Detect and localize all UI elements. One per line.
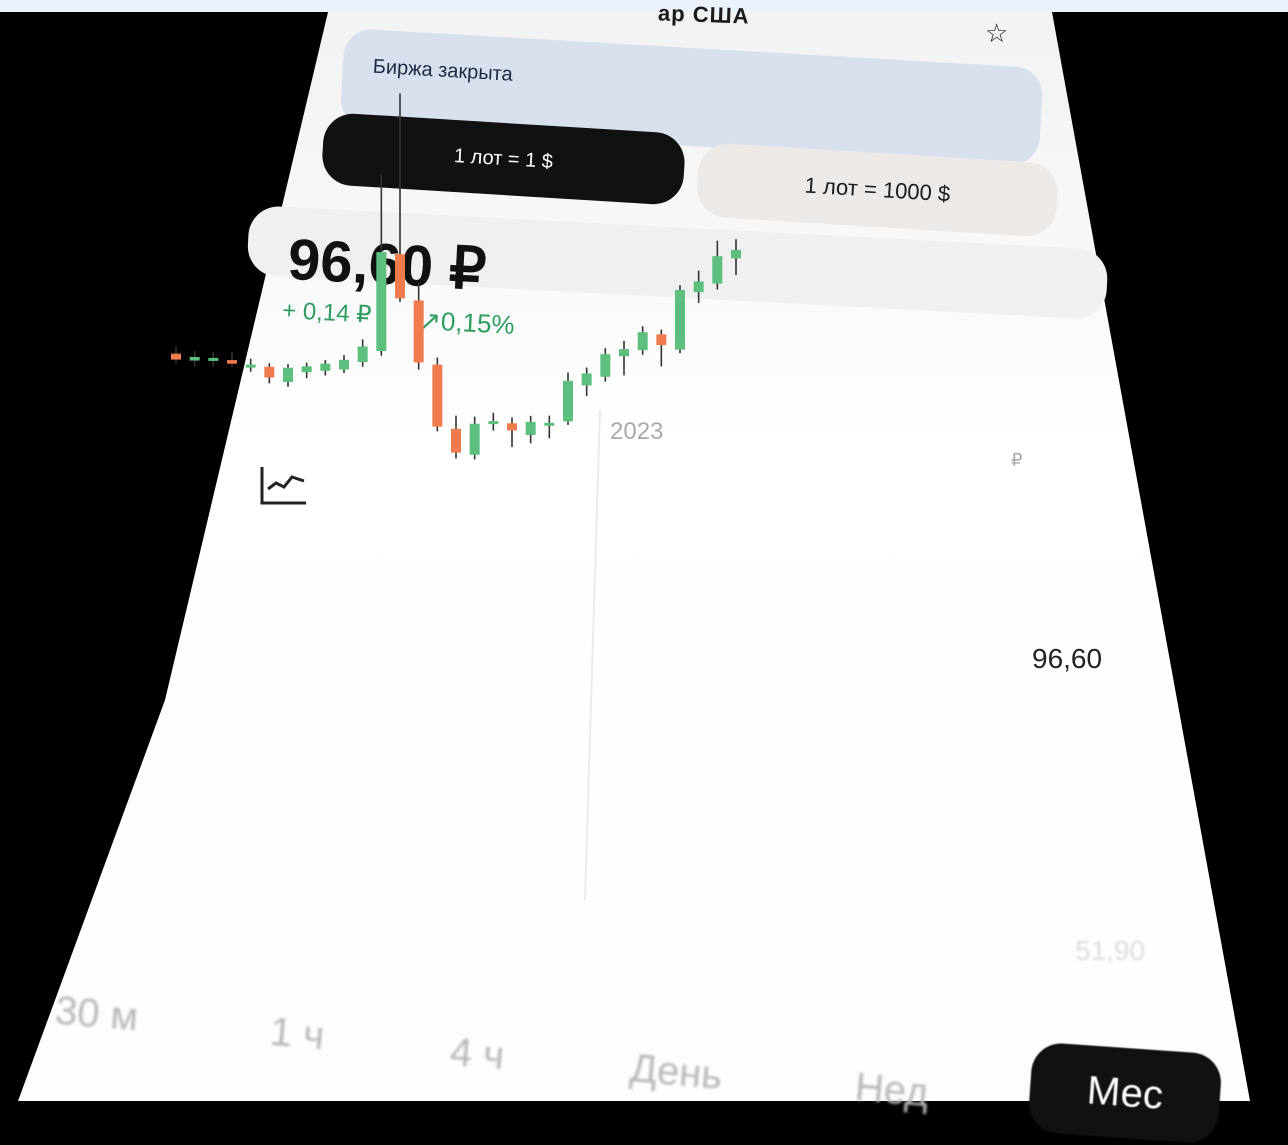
candle [563,372,573,425]
candle [731,239,741,275]
candle [320,360,331,376]
candle [600,348,611,382]
candle-body [619,349,629,357]
candle [395,93,405,302]
candle-body [395,254,405,299]
candle [544,415,555,439]
candle-body [264,366,275,378]
candle-body [171,353,181,360]
candle-body [339,359,349,370]
candle-body [357,346,368,362]
candle-body [637,332,648,351]
candle-body [189,356,200,361]
candle [469,416,480,460]
candle [619,340,629,376]
candle [227,351,237,368]
timeframe-4h[interactable]: 4 ч [448,1030,506,1080]
candle-body [525,421,536,435]
candle-body [469,423,480,455]
candle-body [301,366,312,373]
candle-body [563,380,573,422]
candle-body [283,367,293,383]
candle-body [675,290,685,350]
timeframe-1h[interactable]: 1 ч [268,1010,326,1060]
candle [376,174,387,356]
candle-body [432,364,443,427]
timeframe-month[interactable]: Мес [1027,1041,1223,1145]
candle-body [208,357,219,361]
candle-body [451,428,461,453]
candle [693,270,704,303]
candle-body [712,256,723,284]
candle [675,285,685,354]
candle-body [731,249,741,259]
candle [525,415,536,444]
chart-min-value-label: 51,90 [1075,935,1146,966]
candle-body [227,360,237,364]
candle-body [320,363,331,371]
candle-body [544,422,555,426]
timeframe-week[interactable]: Нед [853,1065,930,1116]
candle [637,326,648,355]
candle-body [376,252,387,352]
candle [208,351,219,367]
candle [451,415,461,459]
candle-body [507,423,517,431]
candle-body [413,300,424,363]
candle-body [581,373,592,386]
candle [507,417,517,448]
candle [283,364,293,387]
candle [581,367,592,397]
candle [488,412,499,431]
candle [171,346,181,364]
candle [413,282,424,370]
candle [301,362,312,379]
candle [357,339,368,367]
candle-body [600,354,611,377]
candle-body [488,421,499,425]
candle [339,355,349,373]
candle [712,240,723,290]
year-gridline [584,409,601,901]
timeframe-30m[interactable]: 30 м [53,988,140,1040]
candle [264,363,275,384]
timeframe-day[interactable]: День [628,1046,724,1099]
chart-year-label: 2023 [610,418,664,445]
candle [432,357,443,432]
candle [245,358,256,372]
candle-body [245,364,256,368]
candle-body [693,281,704,293]
chart-currency-label: ₽ [1011,450,1023,470]
candle [656,329,667,367]
candle-body [656,334,667,346]
candle [189,351,200,367]
chart-current-value-label: 96,60 [1032,643,1103,674]
